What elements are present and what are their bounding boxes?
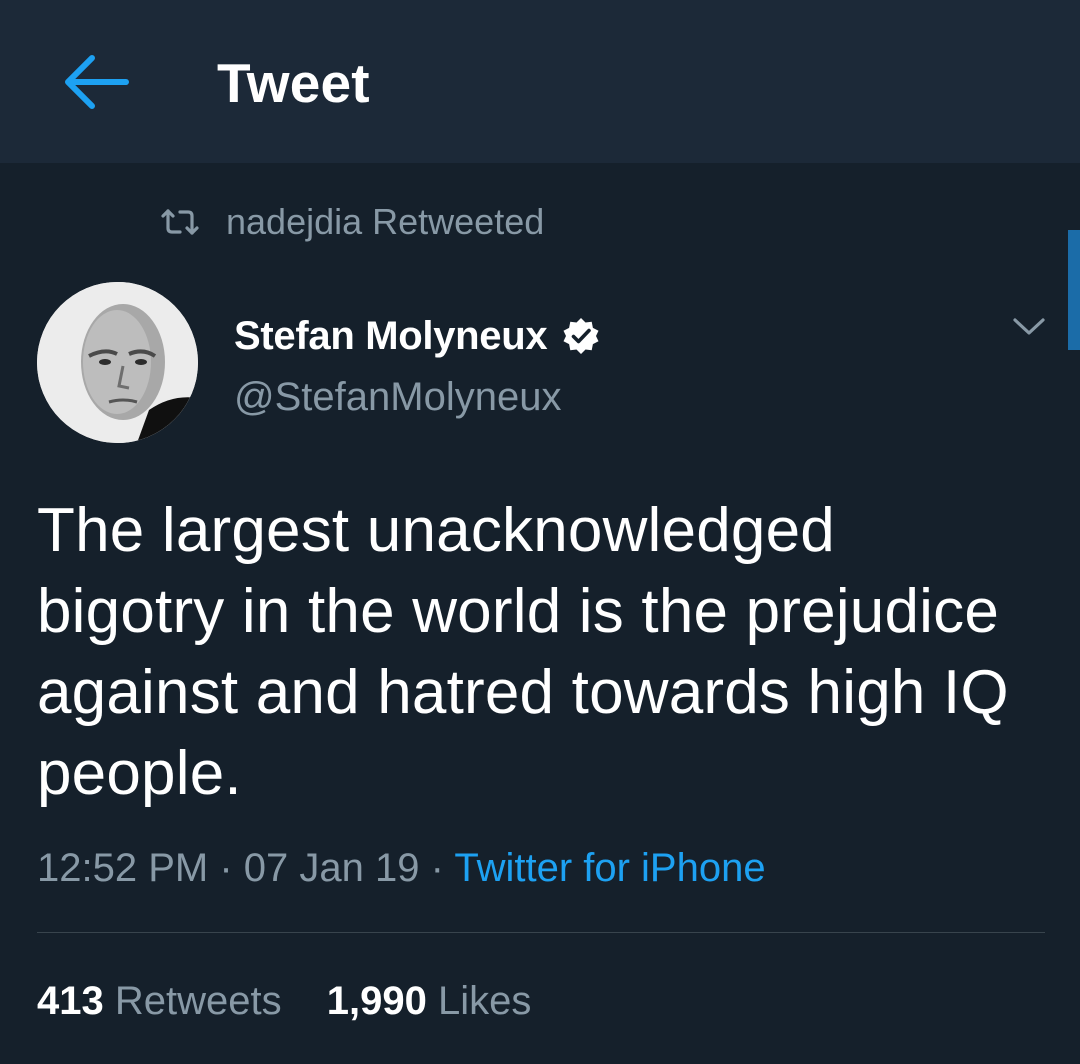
avatar-portrait [37, 282, 198, 443]
scrollbar-thumb[interactable] [1068, 230, 1080, 350]
retweets-count: 413 [37, 979, 104, 1023]
top-app-bar: Tweet [0, 0, 1080, 163]
meta-separator: · [430, 846, 444, 890]
tweet-text: The largest unacknowledged bigotry in th… [37, 496, 1009, 808]
retweet-context-text: nadejdia Retweeted [226, 201, 545, 242]
chevron-down-icon [1013, 318, 1045, 335]
retweet-context[interactable]: nadejdia Retweeted [160, 200, 544, 244]
tweet-date: 07 Jan 19 [243, 846, 420, 890]
back-button[interactable] [54, 44, 138, 120]
author-name-row[interactable]: Stefan Molyneux [234, 310, 601, 362]
avatar[interactable] [37, 282, 198, 443]
tweet-meta: 12:52 PM · 07 Jan 19 · Twitter for iPhon… [37, 843, 766, 893]
meta-separator: · [219, 846, 233, 890]
verified-badge-icon [563, 318, 599, 354]
retweets-stat[interactable]: 413 Retweets [37, 979, 293, 1023]
likes-count: 1,990 [326, 979, 427, 1023]
tweet-options-button[interactable] [1008, 308, 1050, 346]
tweet-stats: 413 Retweets 1,990 Likes [37, 976, 531, 1026]
retweets-label: Retweets [114, 979, 282, 1023]
page-title: Tweet [217, 52, 370, 114]
arrow-left-icon [65, 55, 129, 109]
likes-label: Likes [437, 979, 532, 1023]
likes-stat[interactable]: 1,990 Likes [327, 979, 532, 1023]
author-name: Stefan Molyneux [234, 314, 548, 358]
tweet-source-link[interactable]: Twitter for iPhone [454, 846, 765, 890]
tweet-time: 12:52 PM [37, 846, 209, 890]
divider [37, 932, 1045, 933]
retweet-icon [161, 209, 199, 235]
author-handle[interactable]: @StefanMolyneux [234, 372, 561, 422]
